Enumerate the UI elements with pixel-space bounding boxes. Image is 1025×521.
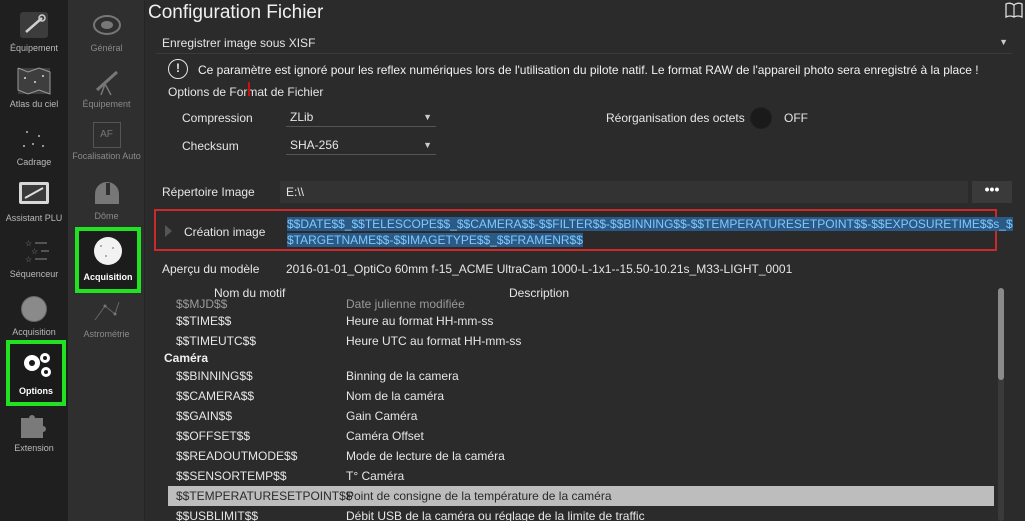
compression-value: ZLib — [290, 110, 314, 124]
nav-label: Séquenceur — [9, 269, 59, 279]
table-row[interactable]: $$SENSORTEMP$$ T° Caméra — [168, 466, 994, 486]
subnav-label: Acquisition — [83, 272, 133, 282]
table-row[interactable]: $$USBLIMIT$$ Débit USB de la caméra ou r… — [168, 506, 994, 521]
subnav-item-autofocus[interactable]: AF Focalisation Auto — [68, 122, 145, 161]
subnav-label: Dôme — [94, 211, 119, 221]
pattern-line-2: $TARGETNAME$$-$$IMAGETYPE$$_$$FRAMENR$$ — [287, 233, 583, 247]
image-directory-input[interactable]: E:\\ — [280, 181, 968, 203]
group-header-camera: Caméra — [164, 351, 209, 365]
info-icon: ! — [168, 59, 188, 79]
byte-shuffle-state: OFF — [784, 111, 808, 125]
framing-icon — [23, 131, 44, 147]
chevron-down-icon: ▼ — [423, 140, 432, 150]
telescope-icon — [95, 70, 118, 96]
subnav-label: Général — [90, 43, 123, 53]
table-scrollbar-thumb[interactable] — [998, 288, 1004, 380]
main-sidebar: Équipement Atlas du ciel Cadrage Assista… — [0, 0, 68, 521]
galaxy-icon — [92, 15, 121, 35]
table-row[interactable]: $$TIME$$ Heure au format HH-mm-ss — [168, 311, 994, 331]
checksum-value: SHA-256 — [290, 138, 339, 152]
pattern-preview-label: Aperçu du modèle — [162, 262, 260, 276]
nav-item-options[interactable]: Options — [6, 340, 66, 406]
dome-icon — [94, 182, 119, 204]
save-format-value: Enregistrer image sous XISF — [162, 36, 316, 50]
svg-text:☆: ☆ — [25, 255, 32, 264]
puzzle-icon — [21, 415, 46, 438]
checksum-select[interactable]: SHA-256 ▼ — [286, 135, 436, 155]
table-row[interactable]: $$OFFSET$$ Caméra Offset — [168, 426, 994, 446]
browse-button[interactable]: ••• — [972, 181, 1012, 203]
nav-item-equipment[interactable]: Équipement — [0, 10, 68, 53]
image-file-pattern-label: Création image — [184, 225, 266, 239]
table-row[interactable]: $$READOUTMODE$$ Mode de lecture de la ca… — [168, 446, 994, 466]
table-row[interactable]: $$BINNING$$ Binning de la camera — [168, 366, 994, 386]
table-row[interactable]: $$GAIN$$ Gain Caméra — [168, 406, 994, 426]
af-icon: AF — [92, 122, 121, 148]
chevron-down-icon: ▼ — [423, 112, 432, 122]
table-row-selected[interactable]: $$TEMPERATURESETPOINT$$ Point de consign… — [168, 486, 994, 506]
subnav-item-equipment[interactable]: Équipement — [68, 66, 145, 109]
pattern-table: Nom du motif Description $$MJD$$ Date ju… — [154, 282, 1012, 521]
subnav-label: Astrométrie — [83, 329, 130, 339]
subnav-label: Équipement — [82, 99, 131, 109]
nav-item-sequencer[interactable]: ☆ ☆ ☆ Séquenceur — [0, 236, 68, 279]
nav-label: Assistant PLU — [5, 213, 63, 223]
byte-shuffle-toggle[interactable] — [750, 107, 772, 129]
star-map-icon — [17, 67, 51, 95]
image-file-pattern-row: Création image $$DATE$$_$$TELESCOPE$$_$$… — [154, 209, 1013, 251]
table-row[interactable]: $$CAMERA$$ Nom de la caméra — [168, 386, 994, 406]
file-settings-panel: Configuration Fichier Enregistrer image … — [146, 0, 1025, 521]
nav-label: Extension — [14, 443, 54, 453]
nav-label: Acquisition — [12, 327, 56, 337]
nav-item-imaging[interactable]: Acquisition — [0, 294, 68, 337]
subnav-item-imaging[interactable]: Acquisition — [75, 227, 141, 293]
options-subnav: Général Équipement AF Focalisation Auto … — [68, 0, 145, 521]
image-directory-label: Répertoire Image — [162, 185, 255, 199]
nav-label: Options — [19, 386, 53, 396]
subnav-label: Focalisation Auto — [72, 151, 141, 161]
nav-label: Cadrage — [16, 157, 52, 167]
save-format-select[interactable]: Enregistrer image sous XISF ▼ — [156, 32, 1012, 54]
mouse-cursor-icon — [248, 82, 250, 96]
pattern-preview-value: 2016-01-01_OptiCo 60mm f-15_ACME UltraCa… — [286, 262, 793, 276]
nav-item-flat-wizard[interactable]: Assistant PLU — [0, 180, 68, 223]
capture-icon — [21, 296, 47, 322]
subnav-item-astrometry[interactable]: Astrométrie — [68, 296, 145, 339]
chevron-down-icon: ▼ — [999, 37, 1008, 47]
page-title: Configuration Fichier — [148, 2, 324, 23]
checksum-label: Checksum — [182, 139, 239, 153]
gears-icon — [24, 353, 51, 377]
telescope-icon — [20, 12, 48, 38]
expand-arrow-icon[interactable] — [165, 225, 172, 237]
pattern-line-1: $$DATE$$_$$TELESCOPE$$_$$CAMERA$$-$$FILT… — [287, 217, 1013, 231]
flat-panel-icon — [19, 182, 49, 204]
subnav-item-general[interactable]: Général — [68, 10, 145, 53]
astrometry-icon — [94, 301, 119, 321]
table-row[interactable]: $$TIMEUTC$$ Heure UTC au format HH-mm-ss — [168, 331, 994, 351]
book-icon[interactable] — [1005, 2, 1023, 18]
info-message: Ce paramètre est ignoré pour les reflex … — [198, 63, 979, 77]
byte-shuffle-label: Réorganisation des octets — [606, 111, 745, 125]
nav-label: Équipement — [9, 43, 59, 53]
nav-item-framing[interactable]: Cadrage — [0, 124, 68, 167]
compression-select[interactable]: ZLib ▼ — [286, 107, 436, 127]
compression-label: Compression — [182, 111, 253, 125]
image-file-pattern-input[interactable]: $$DATE$$_$$TELESCOPE$$_$$CAMERA$$-$$FILT… — [287, 216, 1013, 248]
capture-icon — [94, 237, 122, 265]
nav-label: Atlas du ciel — [9, 99, 59, 109]
nav-item-sky-atlas[interactable]: Atlas du ciel — [0, 66, 68, 109]
nav-item-extension[interactable]: Extension — [0, 410, 68, 453]
image-directory-value: E:\\ — [286, 185, 305, 199]
subnav-item-dome[interactable]: Dôme — [68, 178, 145, 221]
sequencer-icon: ☆☆☆ — [25, 239, 49, 264]
